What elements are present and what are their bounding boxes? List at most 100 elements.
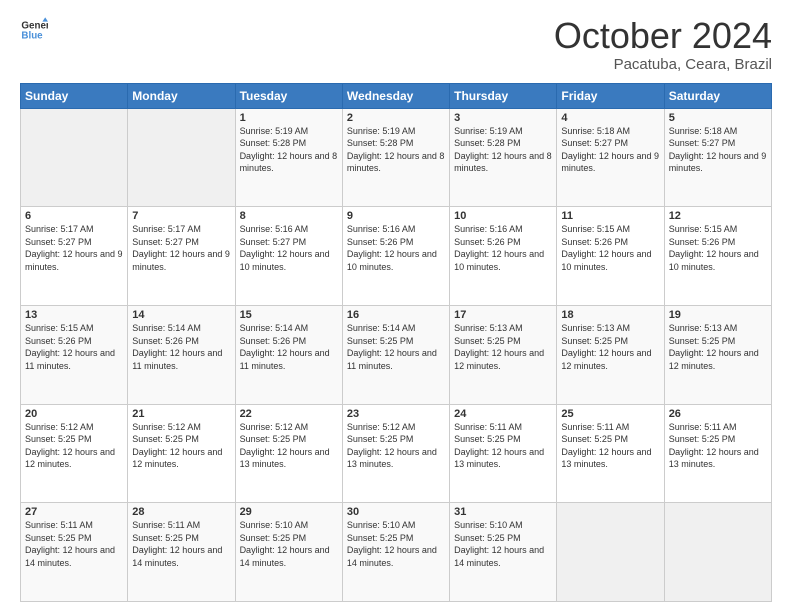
day-info: Sunrise: 5:14 AMSunset: 5:25 PMDaylight:… (347, 322, 445, 372)
day-info: Sunrise: 5:12 AMSunset: 5:25 PMDaylight:… (347, 421, 445, 471)
day-info: Sunrise: 5:18 AMSunset: 5:27 PMDaylight:… (561, 125, 659, 175)
day-number: 31 (454, 506, 552, 518)
calendar-week-2: 6 Sunrise: 5:17 AMSunset: 5:27 PMDaylight… (21, 207, 772, 306)
table-row: 17Sunrise: 5:13 AMSunset: 5:25 PMDayligh… (450, 305, 557, 404)
day-number: 20 (25, 408, 123, 420)
day-number: 12 (669, 210, 767, 222)
day-number: 19 (669, 309, 767, 321)
table-row: 15Sunrise: 5:14 AMSunset: 5:26 PMDayligh… (235, 305, 342, 404)
table-row: 31Sunrise: 5:10 AMSunset: 5:25 PMDayligh… (450, 503, 557, 602)
day-number: 17 (454, 309, 552, 321)
table-row: 30Sunrise: 5:10 AMSunset: 5:25 PMDayligh… (342, 503, 449, 602)
day-info: Sunrise: 5:19 AMSunset: 5:28 PMDaylight:… (454, 125, 552, 175)
svg-text:Blue: Blue (21, 30, 43, 41)
day-number: 24 (454, 408, 552, 420)
day-number: 11 (561, 210, 659, 222)
day-number: 5 (669, 112, 767, 124)
table-row: 1Sunrise: 5:19 AMSunset: 5:28 PMDaylight… (235, 108, 342, 207)
day-number: 23 (347, 408, 445, 420)
table-row: 27Sunrise: 5:11 AMSunset: 5:25 PMDayligh… (21, 503, 128, 602)
table-row: 23Sunrise: 5:12 AMSunset: 5:25 PMDayligh… (342, 404, 449, 503)
day-number: 7 (132, 210, 230, 222)
table-row: 16Sunrise: 5:14 AMSunset: 5:25 PMDayligh… (342, 305, 449, 404)
table-row: 6Sunrise: 5:17 AMSunset: 5:27 PMDaylight… (21, 207, 128, 306)
day-info: Sunrise: 5:14 AMSunset: 5:26 PMDaylight:… (132, 322, 230, 372)
table-row: 5Sunrise: 5:18 AMSunset: 5:27 PMDaylight… (664, 108, 771, 207)
header-friday: Friday (557, 83, 664, 108)
header-wednesday: Wednesday (342, 83, 449, 108)
logo-icon: General Blue (20, 16, 48, 44)
day-number: 4 (561, 112, 659, 124)
calendar-week-4: 20 Sunrise: 5:12 AMSunset: 5:25 PMDayligh… (21, 404, 772, 503)
day-info: Sunrise: 5:13 AMSunset: 5:25 PMDaylight:… (561, 322, 659, 372)
table-row: 21Sunrise: 5:12 AMSunset: 5:25 PMDayligh… (128, 404, 235, 503)
table-row: 8Sunrise: 5:16 AMSunset: 5:27 PMDaylight… (235, 207, 342, 306)
day-info: Sunrise: 5:17 AMSunset: 5:27 PMDaylight:… (132, 223, 230, 273)
day-number: 3 (454, 112, 552, 124)
day-number: 2 (347, 112, 445, 124)
day-number: 15 (240, 309, 338, 321)
calendar-week-5: 27Sunrise: 5:11 AMSunset: 5:25 PMDayligh… (21, 503, 772, 602)
calendar-week-3: 13Sunrise: 5:15 AMSunset: 5:26 PMDayligh… (21, 305, 772, 404)
table-row: 3Sunrise: 5:19 AMSunset: 5:28 PMDaylight… (450, 108, 557, 207)
table-row: 10Sunrise: 5:16 AMSunset: 5:26 PMDayligh… (450, 207, 557, 306)
day-info: Sunrise: 5:10 AMSunset: 5:25 PMDaylight:… (454, 519, 552, 569)
calendar-table: Sunday Monday Tuesday Wednesday Thursday… (20, 83, 772, 602)
day-number: 18 (561, 309, 659, 321)
table-row (128, 108, 235, 207)
table-row: 14Sunrise: 5:14 AMSunset: 5:26 PMDayligh… (128, 305, 235, 404)
table-row: 12Sunrise: 5:15 AMSunset: 5:26 PMDayligh… (664, 207, 771, 306)
table-row: 24Sunrise: 5:11 AMSunset: 5:25 PMDayligh… (450, 404, 557, 503)
day-number: 28 (132, 506, 230, 518)
calendar-header-row: Sunday Monday Tuesday Wednesday Thursday… (21, 83, 772, 108)
day-number: 27 (25, 506, 123, 518)
header-sunday: Sunday (21, 83, 128, 108)
day-number: 9 (347, 210, 445, 222)
table-row: 26Sunrise: 5:11 AMSunset: 5:25 PMDayligh… (664, 404, 771, 503)
day-info: Sunrise: 5:11 AMSunset: 5:25 PMDaylight:… (669, 421, 767, 471)
day-info: Sunrise: 5:19 AMSunset: 5:28 PMDaylight:… (347, 125, 445, 175)
day-info: Sunrise: 5:10 AMSunset: 5:25 PMDaylight:… (240, 519, 338, 569)
day-info: Sunrise: 5:14 AMSunset: 5:26 PMDaylight:… (240, 322, 338, 372)
day-info: Sunrise: 5:13 AMSunset: 5:25 PMDaylight:… (669, 322, 767, 372)
table-row: 20Sunrise: 5:12 AMSunset: 5:25 PMDayligh… (21, 404, 128, 503)
page: General Blue October 2024 Pacatuba, Cear… (0, 0, 792, 612)
table-row: 25Sunrise: 5:11 AMSunset: 5:25 PMDayligh… (557, 404, 664, 503)
day-info: Sunrise: 5:16 AMSunset: 5:26 PMDaylight:… (454, 223, 552, 273)
day-info: Sunrise: 5:18 AMSunset: 5:27 PMDaylight:… (669, 125, 767, 175)
day-number: 1 (240, 112, 338, 124)
day-info: Sunrise: 5:11 AMSunset: 5:25 PMDaylight:… (25, 519, 123, 569)
day-info: Sunrise: 5:10 AMSunset: 5:25 PMDaylight:… (347, 519, 445, 569)
header: General Blue October 2024 Pacatuba, Cear… (20, 16, 772, 73)
day-info: Sunrise: 5:15 AMSunset: 5:26 PMDaylight:… (669, 223, 767, 273)
day-number: 8 (240, 210, 338, 222)
day-number: 13 (25, 309, 123, 321)
day-number: 10 (454, 210, 552, 222)
day-number: 26 (669, 408, 767, 420)
day-info: Sunrise: 5:16 AMSunset: 5:26 PMDaylight:… (347, 223, 445, 273)
location: Pacatuba, Ceara, Brazil (554, 56, 772, 73)
table-row: 18Sunrise: 5:13 AMSunset: 5:25 PMDayligh… (557, 305, 664, 404)
table-row (557, 503, 664, 602)
header-tuesday: Tuesday (235, 83, 342, 108)
day-info: Sunrise: 5:11 AMSunset: 5:25 PMDaylight:… (454, 421, 552, 471)
day-info: Sunrise: 5:13 AMSunset: 5:25 PMDaylight:… (454, 322, 552, 372)
table-row (21, 108, 128, 207)
table-row: 7Sunrise: 5:17 AMSunset: 5:27 PMDaylight… (128, 207, 235, 306)
day-number: 30 (347, 506, 445, 518)
table-row: 29Sunrise: 5:10 AMSunset: 5:25 PMDayligh… (235, 503, 342, 602)
title-block: October 2024 Pacatuba, Ceara, Brazil (554, 16, 772, 73)
table-row: 2Sunrise: 5:19 AMSunset: 5:28 PMDaylight… (342, 108, 449, 207)
day-number: 29 (240, 506, 338, 518)
day-info: Sunrise: 5:19 AMSunset: 5:28 PMDaylight:… (240, 125, 338, 175)
table-row: 13Sunrise: 5:15 AMSunset: 5:26 PMDayligh… (21, 305, 128, 404)
table-row: 22Sunrise: 5:12 AMSunset: 5:25 PMDayligh… (235, 404, 342, 503)
header-thursday: Thursday (450, 83, 557, 108)
day-number: 22 (240, 408, 338, 420)
day-number: 14 (132, 309, 230, 321)
day-info: Sunrise: 5:15 AMSunset: 5:26 PMDaylight:… (25, 322, 123, 372)
day-number: 6 (25, 210, 123, 222)
table-row (664, 503, 771, 602)
month-title: October 2024 (554, 16, 772, 56)
table-row: 28Sunrise: 5:11 AMSunset: 5:25 PMDayligh… (128, 503, 235, 602)
